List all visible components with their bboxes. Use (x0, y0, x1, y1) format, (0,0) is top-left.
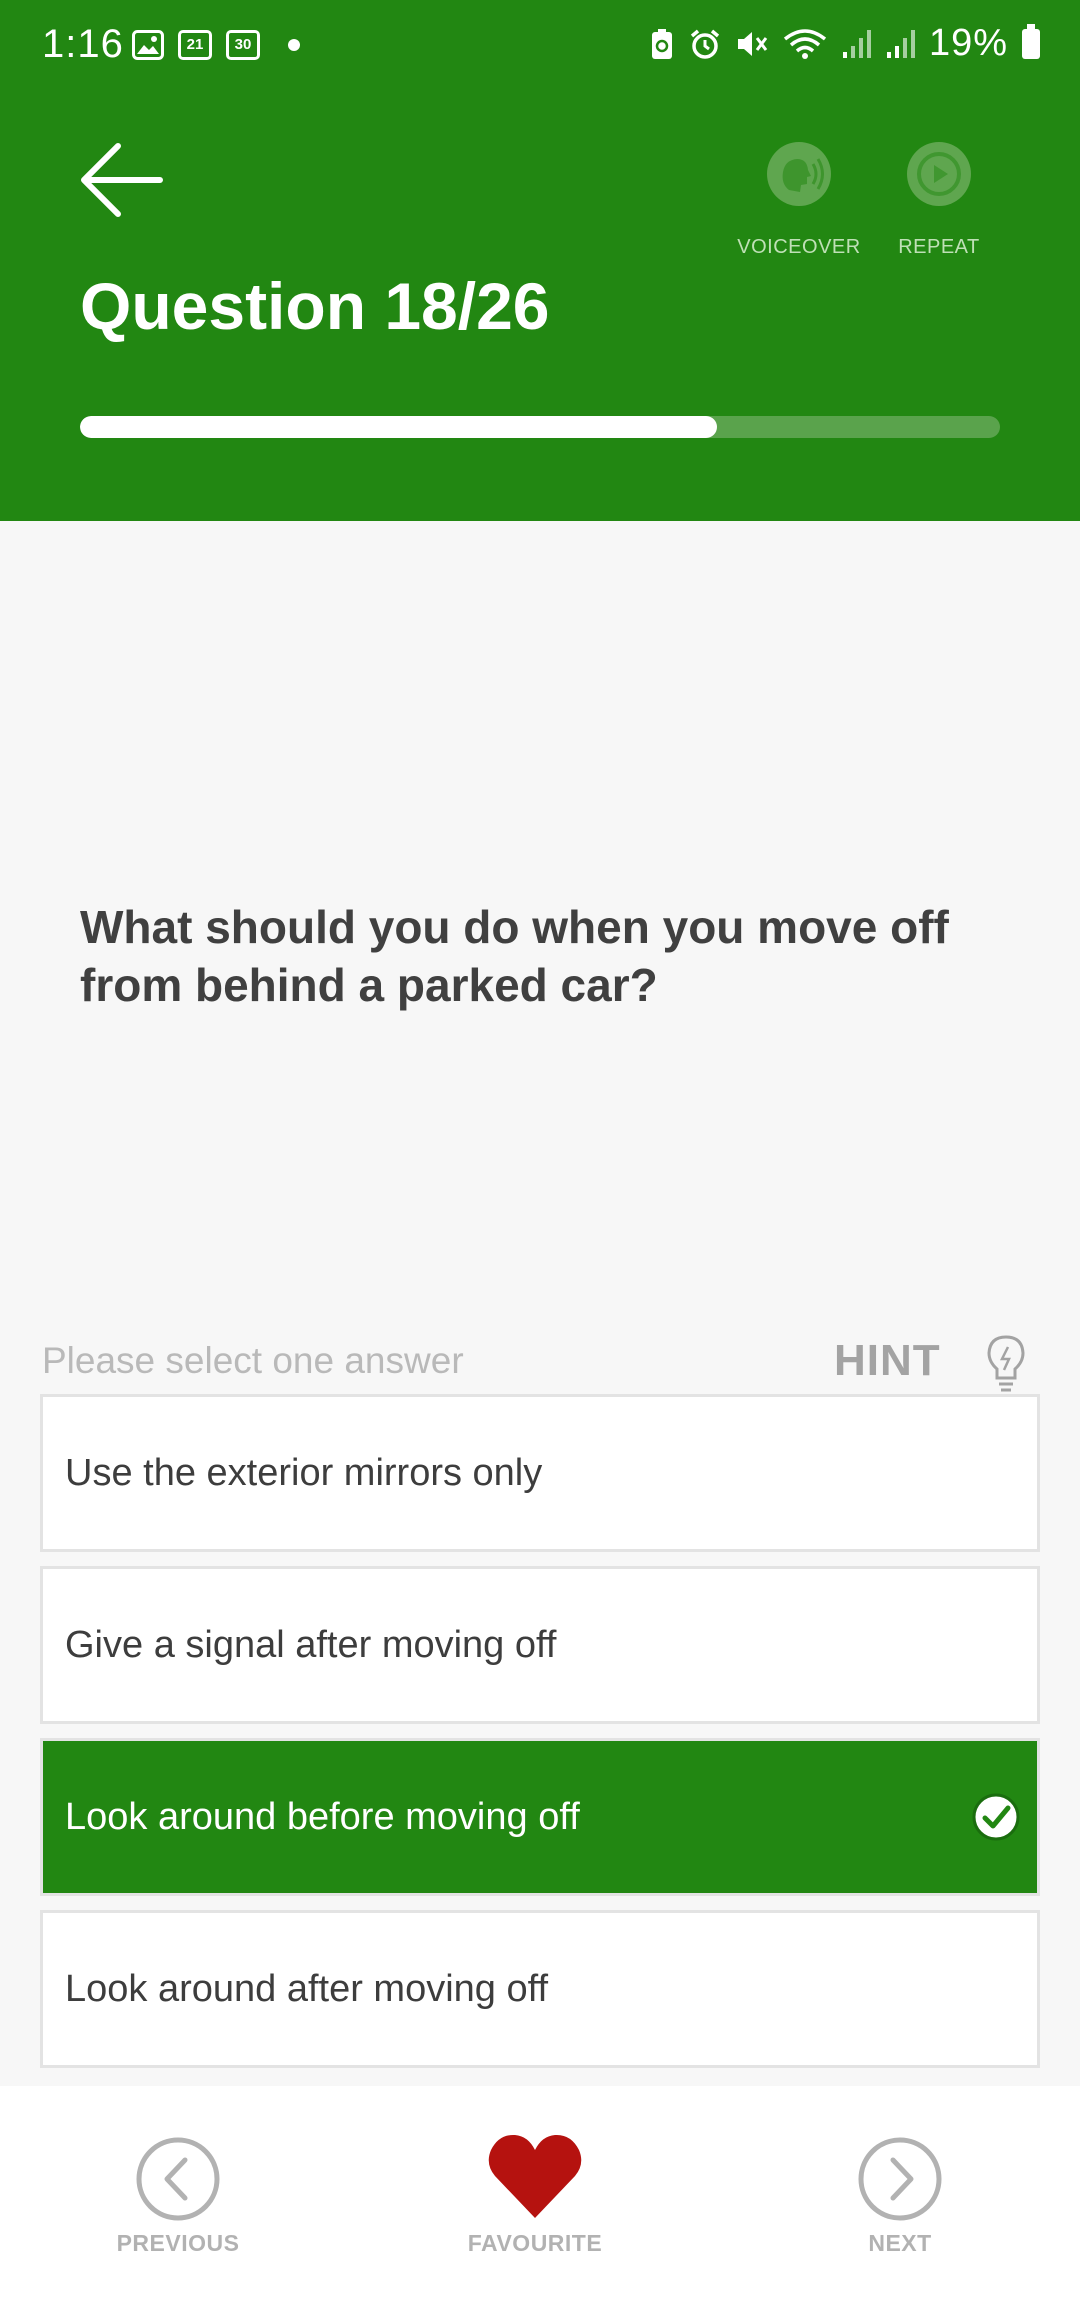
answer-option[interactable]: Look around after moving off (40, 1910, 1040, 2068)
battery-icon (1022, 23, 1040, 59)
signal-icon (842, 29, 871, 58)
status-notifications: 21 30 (132, 30, 300, 60)
answer-text: Look around after moving off (65, 1967, 549, 2010)
repeat-label: REPEAT (898, 236, 980, 258)
status-bar: 1:16 21 30 19% (0, 0, 1080, 95)
favourite-label: FAVOURITE (467, 2230, 603, 2256)
voiceover-label: VOICEOVER (737, 236, 861, 258)
chevron-right-icon (858, 2137, 942, 2221)
select-instruction: Please select one answer (42, 1340, 464, 1381)
answer-option[interactable]: Give a signal after moving off (40, 1566, 1040, 1724)
alarm-icon (690, 29, 720, 59)
question-progress-bar (80, 416, 1000, 438)
header: 1:16 21 30 19% VOICEOVER REPEAT Question… (0, 0, 1080, 521)
answer-text: Use the exterior mirrors only (65, 1451, 543, 1494)
calendar-icon: 30 (226, 30, 260, 60)
answer-option[interactable]: Use the exterior mirrors only (40, 1394, 1040, 1552)
battery-saver-icon (651, 28, 672, 59)
calendar-icon: 21 (178, 30, 212, 60)
gallery-icon (132, 30, 164, 60)
voiceover-button[interactable]: VOICEOVER (736, 142, 862, 259)
lightbulb-icon[interactable] (985, 1334, 1027, 1394)
chevron-left-icon (136, 2137, 220, 2221)
status-system-icons: 19% (649, 22, 1040, 65)
wifi-icon (783, 28, 827, 59)
back-arrow-icon[interactable] (78, 140, 168, 220)
signal-icon (886, 29, 915, 58)
status-time: 1:16 (42, 22, 124, 66)
check-icon (972, 1793, 1020, 1841)
answer-option-selected[interactable]: Look around before moving off (40, 1738, 1040, 1896)
previous-button[interactable]: PREVIOUS (108, 2136, 248, 2257)
previous-label: PREVIOUS (116, 2230, 240, 2256)
question-text: What should you do when you move off fro… (80, 901, 949, 1011)
hint-button-label[interactable]: HINT (834, 1336, 941, 1386)
repeat-icon (907, 142, 971, 206)
next-label: NEXT (868, 2230, 932, 2256)
favourite-button[interactable]: FAVOURITE (460, 2132, 610, 2257)
answer-text: Look around before moving off (65, 1795, 580, 1838)
voiceover-icon (767, 142, 831, 206)
more-notifications-dot-icon (288, 39, 300, 51)
progress-fill (80, 416, 717, 438)
repeat-button[interactable]: REPEAT (896, 142, 982, 259)
heart-icon (488, 2134, 582, 2218)
next-button[interactable]: NEXT (830, 2136, 970, 2257)
battery-percent: 19% (928, 22, 1008, 64)
answer-text: Give a signal after moving off (65, 1623, 557, 1666)
question-counter-title: Question 18/26 (80, 269, 550, 343)
answer-list: Use the exterior mirrors only Give a sig… (40, 1394, 1040, 2082)
mute-icon (737, 31, 768, 56)
